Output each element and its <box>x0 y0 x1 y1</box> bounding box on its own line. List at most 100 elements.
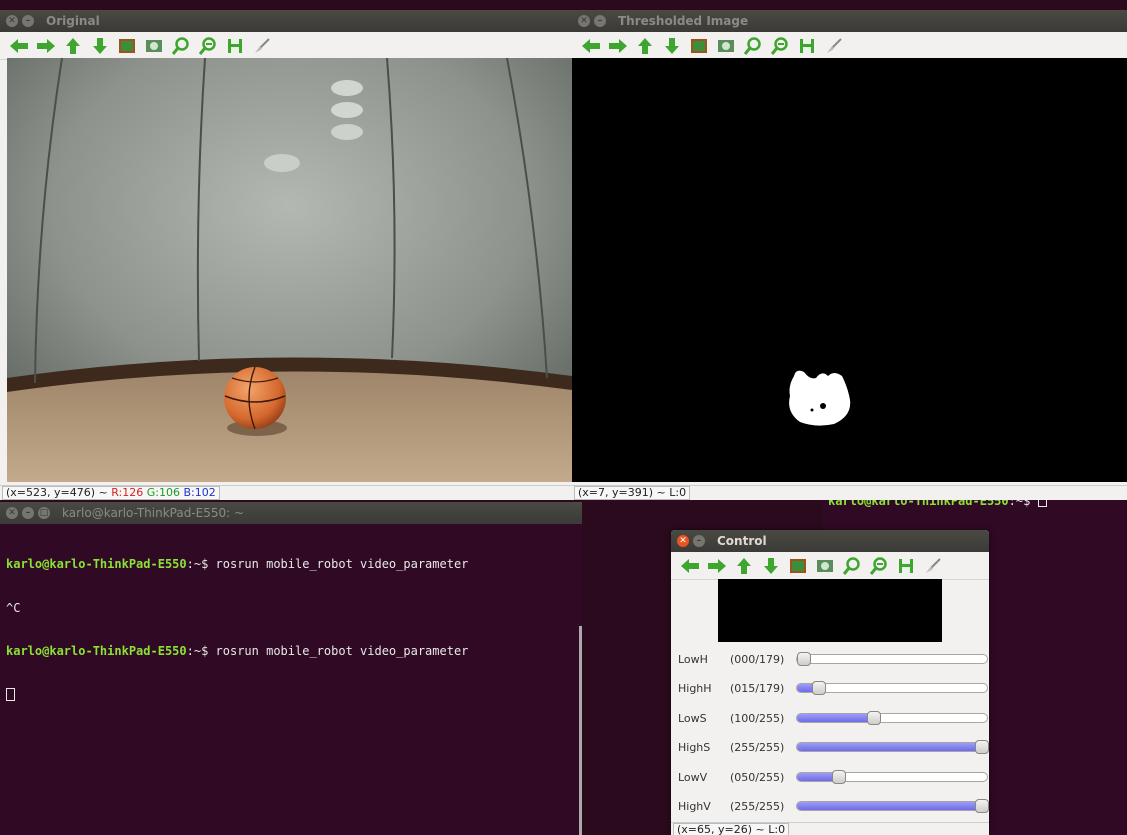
camera-image[interactable] <box>7 58 572 482</box>
threshold-window-title: Thresholded Image <box>618 14 749 28</box>
arrow-up-icon[interactable] <box>733 555 755 577</box>
pixel-info: (x=523, y=476) ~ R:126 G:106 B:102 <box>2 486 220 500</box>
control-pixel-info: (x=65, y=26) ~ L:0 <box>673 823 790 835</box>
original-toolbar <box>0 32 572 60</box>
command-text: rosrun mobile_robot video_parameter <box>215 644 469 658</box>
slider-value: (050/255) <box>730 770 785 784</box>
threshold-pixel-info: (x=7, y=391) ~ L:0 <box>574 486 691 500</box>
slider-label: HighH <box>678 681 712 695</box>
arrow-down-icon[interactable] <box>89 35 111 57</box>
zoom-out-icon[interactable] <box>197 35 219 57</box>
terminal-window[interactable]: ✕ – □ karlo@karlo-ThinkPad-E550: ~ karlo… <box>0 502 582 835</box>
slider-fill <box>797 714 874 722</box>
slider-thumb[interactable] <box>812 681 826 695</box>
slider-thumb[interactable] <box>867 711 881 725</box>
command-text: rosrun mobile_robot video_parameter <box>215 557 469 571</box>
slider-thumb[interactable] <box>797 652 811 666</box>
r-value: R:126 <box>111 486 144 499</box>
zoom-in-icon[interactable] <box>841 555 863 577</box>
zoom-out-icon[interactable] <box>769 35 791 57</box>
highh-slider[interactable] <box>796 681 988 695</box>
fit-image-icon[interactable] <box>116 35 138 57</box>
highv-slider[interactable] <box>796 799 989 813</box>
threshold-statusbar: (x=7, y=391) ~ L:0 <box>572 485 1127 500</box>
prompt-suffix: :~$ <box>186 644 216 658</box>
slider-thumb[interactable] <box>832 770 846 784</box>
slider-thumb[interactable] <box>975 740 989 754</box>
close-icon[interactable]: ✕ <box>6 507 18 519</box>
coords-text: (x=523, y=476) ~ <box>6 486 112 499</box>
slider-row-highv: HighV (255/255) <box>678 796 989 816</box>
slider-label: LowS <box>678 711 707 725</box>
slider-label: HighV <box>678 799 711 813</box>
fit-image-icon[interactable] <box>688 35 710 57</box>
arrow-down-icon[interactable] <box>760 555 782 577</box>
control-toolbar <box>671 552 989 580</box>
original-titlebar[interactable]: ✕ – Original <box>0 10 572 32</box>
zoom-in-icon[interactable] <box>170 35 192 57</box>
lowh-slider[interactable] <box>796 652 988 666</box>
slider-label: HighS <box>678 740 711 754</box>
control-image[interactable] <box>718 579 942 642</box>
original-statusbar: (x=523, y=476) ~ R:126 G:106 B:102 <box>0 485 572 500</box>
command-text: ^C <box>6 600 21 615</box>
g-value: G:106 <box>146 486 180 499</box>
slider-label: LowV <box>678 770 708 784</box>
slider-value: (255/255) <box>730 799 785 813</box>
control-titlebar[interactable]: ✕ – Control <box>671 530 989 552</box>
minimize-icon[interactable]: – <box>594 15 606 27</box>
prompt-text: karlo@karlo-ThinkPad-E550 <box>6 557 187 571</box>
save-icon[interactable] <box>224 35 246 57</box>
save-icon[interactable] <box>895 555 917 577</box>
control-window[interactable]: ✕ – Control LowH (000/179) HighH (015/17… <box>671 530 989 835</box>
properties-icon[interactable] <box>922 555 944 577</box>
slider-fill <box>797 802 982 810</box>
arrow-left-icon[interactable] <box>8 35 30 57</box>
properties-icon[interactable] <box>823 35 845 57</box>
properties-icon[interactable] <box>251 35 273 57</box>
terminal-scrollbar[interactable] <box>579 626 582 835</box>
minimize-icon[interactable]: – <box>22 507 34 519</box>
terminal-output[interactable]: karlo@karlo-ThinkPad-E550:~$ rosrun mobi… <box>0 524 582 735</box>
arrow-right-icon[interactable] <box>607 35 629 57</box>
threshold-image[interactable] <box>572 58 1127 482</box>
highs-slider[interactable] <box>796 740 989 754</box>
terminal-titlebar[interactable]: ✕ – □ karlo@karlo-ThinkPad-E550: ~ <box>0 502 582 524</box>
slider-thumb[interactable] <box>975 799 989 813</box>
lows-slider[interactable] <box>796 711 988 725</box>
slider-value: (000/179) <box>730 652 785 666</box>
prompt-suffix: :~$ <box>186 557 216 571</box>
zoom-original-icon[interactable] <box>814 555 836 577</box>
slider-value: (100/255) <box>730 711 785 725</box>
arrow-down-icon[interactable] <box>661 35 683 57</box>
terminal-cursor <box>6 687 15 701</box>
minimize-icon[interactable]: – <box>693 535 705 547</box>
slider-fill <box>797 743 982 751</box>
original-window-title: Original <box>46 14 100 28</box>
zoom-original-icon[interactable] <box>715 35 737 57</box>
zoom-in-icon[interactable] <box>742 35 764 57</box>
lowv-slider[interactable] <box>796 770 988 784</box>
minimize-icon[interactable]: – <box>22 15 34 27</box>
zoom-original-icon[interactable] <box>143 35 165 57</box>
slider-row-lowv: LowV (050/255) <box>678 767 988 787</box>
zoom-out-icon[interactable] <box>868 555 890 577</box>
arrow-left-icon[interactable] <box>580 35 602 57</box>
arrow-up-icon[interactable] <box>634 35 656 57</box>
prompt-text: karlo@karlo-ThinkPad-E550 <box>6 644 187 658</box>
slider-label: LowH <box>678 652 708 666</box>
arrow-right-icon[interactable] <box>706 555 728 577</box>
terminal-line: karlo@karlo-ThinkPad-E550:~$ rosrun mobi… <box>6 644 576 659</box>
close-icon[interactable]: ✕ <box>6 15 18 27</box>
save-icon[interactable] <box>796 35 818 57</box>
close-icon[interactable]: ✕ <box>677 535 689 547</box>
slider-row-lows: LowS (100/255) <box>678 708 988 728</box>
close-icon[interactable]: ✕ <box>578 15 590 27</box>
arrow-right-icon[interactable] <box>35 35 57 57</box>
arrow-up-icon[interactable] <box>62 35 84 57</box>
fit-image-icon[interactable] <box>787 555 809 577</box>
arrow-left-icon[interactable] <box>679 555 701 577</box>
maximize-icon[interactable]: □ <box>38 507 50 519</box>
terminal-line: karlo@karlo-ThinkPad-E550:~$ rosrun mobi… <box>6 557 576 572</box>
threshold-titlebar[interactable]: ✕ – Thresholded Image <box>572 10 1127 32</box>
